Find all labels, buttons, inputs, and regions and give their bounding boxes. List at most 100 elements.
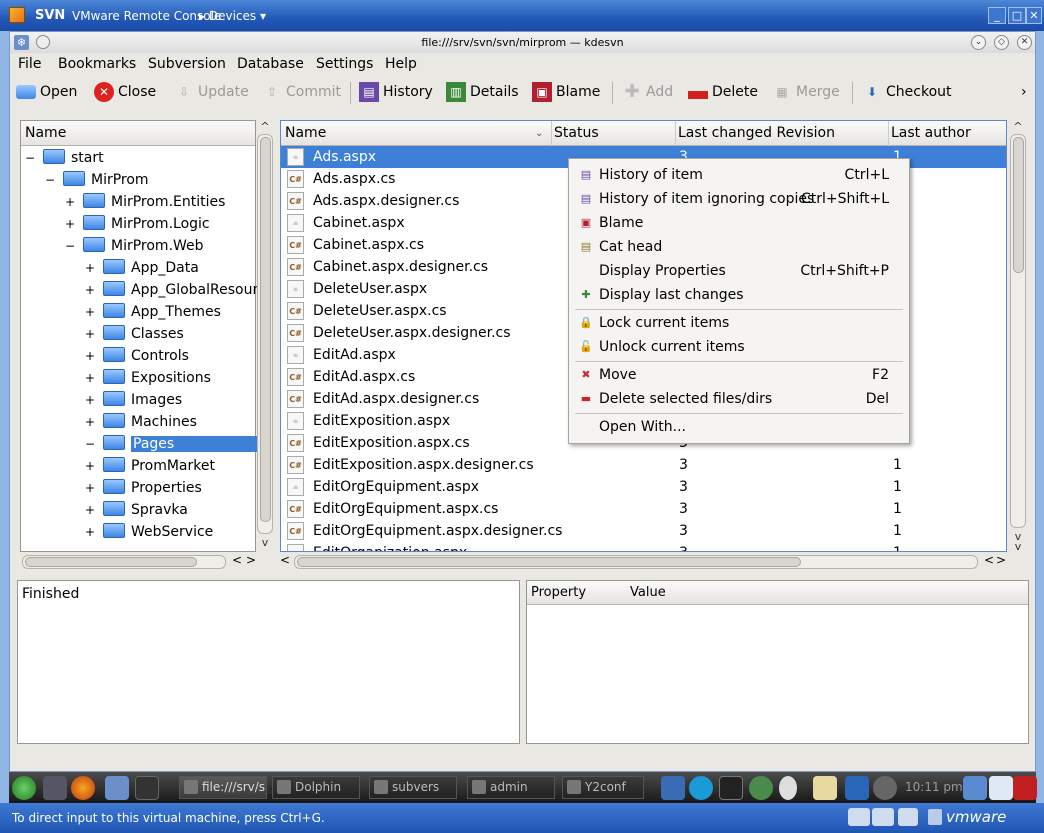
column-status[interactable]: Status <box>551 121 599 146</box>
column-revision[interactable]: Last changed Revision <box>675 121 835 146</box>
menu-settings[interactable]: Settings <box>316 56 373 72</box>
blame-button[interactable]: ▣ Blame <box>532 78 600 106</box>
lock-screen-icon[interactable] <box>963 776 987 800</box>
scroll-left-icon[interactable]: < <box>280 553 290 567</box>
tree-item[interactable]: + PromMarket <box>85 455 215 477</box>
scroll-down-icon[interactable]: v <box>1010 540 1026 553</box>
tree-item[interactable]: + WebService <box>85 521 213 543</box>
history-button[interactable]: ▤ History <box>359 78 433 106</box>
kde-app-icon[interactable]: ❄ <box>14 35 29 50</box>
desktop-icon[interactable] <box>43 776 67 800</box>
window-close-button[interactable]: ✕ <box>1017 35 1032 50</box>
commit-button[interactable]: ⇧ Commit <box>262 78 341 106</box>
taskbar-task[interactable]: Dolphin <box>272 776 360 799</box>
context-menu-item[interactable]: ▣ Blame <box>569 211 909 235</box>
toolbar-more-button[interactable]: › <box>1021 78 1027 106</box>
tree-hscroll-thumb[interactable] <box>25 557 197 567</box>
merge-button[interactable]: ▦ Merge <box>772 78 839 106</box>
add-button[interactable]: ✚ Add <box>622 78 673 106</box>
scroll-down-icon[interactable]: v <box>257 536 273 549</box>
tree-vertical-scrollbar[interactable]: ^ v <box>257 120 273 552</box>
tree-item[interactable]: − MirProm.Web <box>65 235 204 257</box>
sort-chevron-icon[interactable]: ⌄ <box>535 121 543 146</box>
expand-icon[interactable]: + <box>85 257 95 279</box>
delete-button[interactable]: Delete <box>688 78 758 106</box>
expand-icon[interactable]: + <box>85 477 95 499</box>
scroll-right-icon[interactable]: > <box>246 553 256 567</box>
tree-header-name[interactable]: Name <box>21 121 255 146</box>
volume-icon[interactable] <box>779 776 797 800</box>
details-button[interactable]: ▥ Details <box>446 78 519 106</box>
network-icon[interactable] <box>661 776 685 800</box>
tree-scroll-thumb[interactable] <box>260 137 271 522</box>
taskbar-task[interactable]: Y2conf <box>562 776 644 799</box>
tree-item[interactable]: + MirProm.Entities <box>65 191 225 213</box>
scroll-left-icon[interactable]: < <box>232 553 242 567</box>
scroll-right-icon[interactable]: > <box>996 553 1006 567</box>
pin-icon[interactable] <box>36 35 50 49</box>
expand-icon[interactable]: + <box>85 323 95 345</box>
tree-item[interactable]: + Controls <box>85 345 189 367</box>
scroll-up-icon[interactable]: ^ <box>257 120 273 133</box>
table-row[interactable]: ≡ EditOrgEquipment.aspx 3 1 <box>281 476 1006 498</box>
scroll-left-icon[interactable]: < <box>984 553 994 567</box>
taskbar-task[interactable]: admin <box>467 776 555 799</box>
taskbar-task[interactable]: file:///srv/s <box>179 776 267 799</box>
tree-item[interactable]: + Expositions <box>85 367 211 389</box>
context-menu-item[interactable]: 🔒 Lock current items <box>569 311 909 335</box>
context-menu-item[interactable]: 🔓 Unlock current items <box>569 335 909 359</box>
download-icon[interactable] <box>845 776 869 800</box>
menu-file[interactable]: File <box>18 56 41 72</box>
clipboard-icon[interactable] <box>813 776 837 800</box>
properties-table[interactable]: Property Value <box>526 580 1029 744</box>
file-horizontal-scrollbar[interactable]: < < > <box>280 553 1007 571</box>
collapse-icon[interactable]: − <box>65 235 75 257</box>
update-tray-icon[interactable] <box>749 776 773 800</box>
info-icon[interactable] <box>873 776 897 800</box>
context-menu-item[interactable]: Display Properties Ctrl+Shift+P <box>569 259 909 283</box>
usb-device-icon[interactable] <box>898 808 918 826</box>
shutdown-icon[interactable] <box>1013 776 1037 800</box>
context-menu-item[interactable]: ▤ History of item ignoring copies Ctrl+Shi… <box>569 187 909 211</box>
expand-icon[interactable]: + <box>85 411 95 433</box>
context-menu-item[interactable]: ✖ Move F2 <box>569 363 909 387</box>
expand-icon[interactable]: + <box>85 279 95 301</box>
tree-item[interactable]: + MirProm.Logic <box>65 213 210 235</box>
tree-item[interactable]: + App_Themes <box>85 301 221 323</box>
column-author[interactable]: Last author <box>888 121 971 146</box>
close-button[interactable]: ✕ <box>1026 7 1042 24</box>
column-value[interactable]: Value <box>630 581 666 605</box>
context-menu-item[interactable]: ▤ Cat head <box>569 235 909 259</box>
context-menu-item[interactable]: Open With... <box>569 415 909 439</box>
start-menu-icon[interactable] <box>12 776 36 800</box>
expand-icon[interactable]: + <box>85 521 95 543</box>
expand-icon[interactable]: + <box>85 367 95 389</box>
pager-icon[interactable] <box>135 776 159 800</box>
tree-item[interactable]: + Spravka <box>85 499 188 521</box>
tree-item[interactable]: + App_GlobalResour <box>85 279 258 301</box>
menu-database[interactable]: Database <box>237 56 304 72</box>
scroll-up-icon[interactable]: ^ <box>1010 120 1026 133</box>
table-row[interactable]: C# EditOrgEquipment.aspx.cs 3 1 <box>281 498 1006 520</box>
tree-item[interactable]: + Classes <box>85 323 184 345</box>
tree-item[interactable]: + App_Data <box>85 257 199 279</box>
expand-icon[interactable]: + <box>65 191 75 213</box>
expand-icon[interactable]: + <box>85 455 95 477</box>
column-property[interactable]: Property <box>531 581 586 605</box>
update-button[interactable]: ⇩ Update <box>174 78 249 106</box>
tree-item[interactable]: − start <box>25 147 104 169</box>
expand-icon[interactable]: + <box>85 345 95 367</box>
clock[interactable]: 10:11 pm <box>905 780 963 794</box>
close-toolbar-button[interactable]: ✕ Close <box>94 78 156 106</box>
network-adapter-icon[interactable] <box>872 808 894 826</box>
context-menu-item[interactable]: ▤ History of item Ctrl+L <box>569 163 909 187</box>
terminal-icon[interactable] <box>719 776 743 800</box>
minimize-button[interactable]: _ <box>988 7 1006 24</box>
firefox-icon[interactable] <box>71 776 95 800</box>
expand-icon[interactable]: + <box>85 301 95 323</box>
table-row[interactable]: C# EditOrgEquipment.aspx.designer.cs 3 1 <box>281 520 1006 542</box>
tree-item[interactable]: − MirProm <box>45 169 149 191</box>
teamviewer-icon[interactable] <box>689 776 713 800</box>
taskbar-task[interactable]: subvers <box>369 776 457 799</box>
collapse-icon[interactable]: − <box>45 169 55 191</box>
